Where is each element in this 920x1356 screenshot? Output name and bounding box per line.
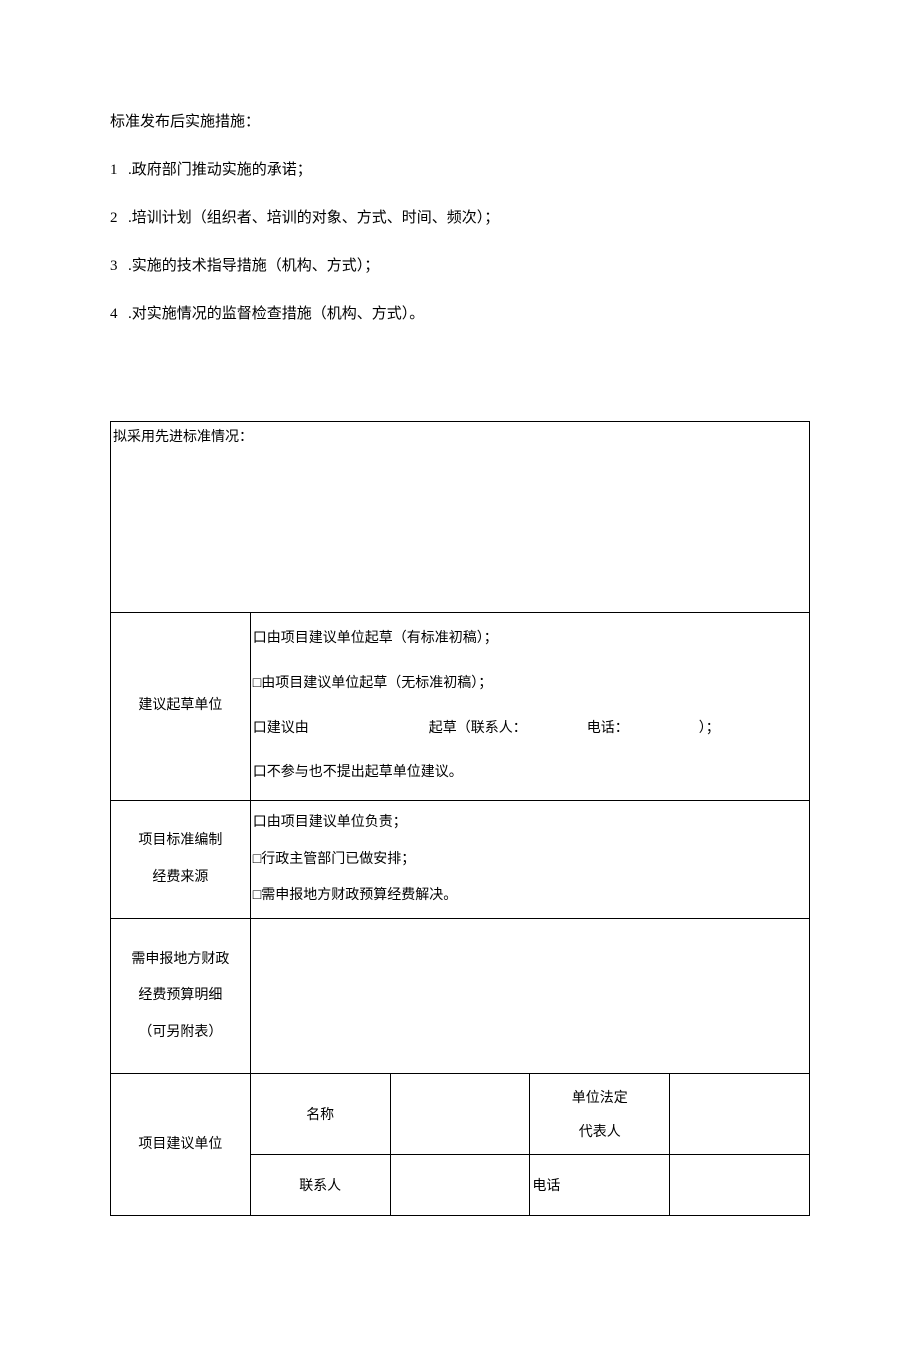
funding-opt-2-text: □行政主管部门已做安排； (253, 852, 415, 867)
budget-label: 需申报地方财政 经费预算明细 （可另附表） (111, 919, 251, 1074)
proposer-tel-value[interactable] (670, 1155, 810, 1216)
draft-opt-4[interactable]: 口不参与也不提出起草单位建议。 (253, 751, 807, 796)
proposer-legal-value[interactable] (670, 1074, 810, 1155)
draft-unit-options[interactable]: 口由项目建议单位起草（有标准初稿）； □由项目建议单位起草（无标准初稿）； 口建… (250, 613, 809, 801)
intro-title: 标准发布后实施措施： (110, 110, 810, 134)
proposer-contact-label: 联系人 (250, 1155, 390, 1216)
draft-opt-4-text: 口不参与也不提出起草单位建议。 (253, 765, 463, 780)
proposer-contact-value[interactable] (390, 1155, 530, 1216)
adopt-standards-label: 拟采用先进标准情况： (111, 422, 809, 450)
draft-opt-3-mid: 起草（联系人： (429, 721, 527, 736)
draft-opt-2-text: □由项目建议单位起草（无标准初稿）； (253, 676, 492, 691)
budget-l2: 经费预算明细 (111, 978, 250, 1014)
proposer-name-label: 名称 (250, 1074, 390, 1155)
form-table: 拟采用先进标准情况： 建议起草单位 口由项目建议单位起草（有标准初稿）； □由项… (110, 421, 810, 1216)
intro-item-3-text: .实施的技术指导措施（机构、方式）； (128, 258, 379, 274)
funding-opt-3[interactable]: □需申报地方财政预算经费解决。 (253, 878, 807, 914)
funding-opt-1-text: 口由项目建议单位负责； (253, 815, 407, 830)
draft-opt-3-end: ）； (699, 721, 720, 736)
adopt-standards-cell[interactable]: 拟采用先进标准情况： (111, 422, 810, 613)
intro-item-2-text: .培训计划（组织者、培训的对象、方式、时间、频次）； (128, 210, 499, 226)
legal-l1: 单位法定 (530, 1087, 669, 1107)
draft-opt-3[interactable]: 口建议由 起草（联系人： 电话： ）； (253, 707, 807, 752)
funding-label-l1: 项目标准编制 (111, 823, 250, 859)
intro-item-3: 3.实施的技术指导措施（机构、方式）； (110, 254, 810, 278)
funding-label-l2: 经费来源 (111, 860, 250, 896)
draft-opt-3-tel: 电话： (587, 721, 629, 736)
proposer-label: 项目建议单位 (111, 1074, 251, 1216)
proposer-tel-label: 电话 (530, 1155, 670, 1216)
intro-item-4: 4.对实施情况的监督检查措施（机构、方式）。 (110, 302, 810, 326)
funding-opt-1[interactable]: 口由项目建议单位负责； (253, 805, 807, 841)
draft-opt-2[interactable]: □由项目建议单位起草（无标准初稿）； (253, 662, 807, 707)
budget-l1: 需申报地方财政 (111, 942, 250, 978)
funding-opt-3-text: □需申报地方财政预算经费解决。 (253, 888, 457, 903)
budget-l3: （可另附表） (111, 1015, 250, 1051)
proposer-legal-label: 单位法定 代表人 (530, 1074, 670, 1155)
intro-item-1-text: .政府部门推动实施的承诺； (128, 162, 312, 178)
draft-unit-label: 建议起草单位 (111, 613, 251, 801)
funding-label: 项目标准编制 经费来源 (111, 801, 251, 919)
intro-item-4-text: .对实施情况的监督检查措施（机构、方式）。 (128, 306, 424, 322)
legal-l2: 代表人 (530, 1121, 669, 1141)
draft-opt-1-text: 口由项目建议单位起草（有标准初稿）； (253, 631, 498, 646)
intro-section: 标准发布后实施措施： 1.政府部门推动实施的承诺； 2.培训计划（组织者、培训的… (110, 110, 810, 326)
intro-item-2: 2.培训计划（组织者、培训的对象、方式、时间、频次）； (110, 206, 810, 230)
draft-opt-1[interactable]: 口由项目建议单位起草（有标准初稿）； (253, 617, 807, 662)
draft-opt-3-pre: 口建议由 (253, 721, 309, 736)
proposer-name-value[interactable] (390, 1074, 530, 1155)
funding-options[interactable]: 口由项目建议单位负责； □行政主管部门已做安排； □需申报地方财政预算经费解决。 (250, 801, 809, 919)
budget-detail-cell[interactable] (250, 919, 809, 1074)
intro-item-1: 1.政府部门推动实施的承诺； (110, 158, 810, 182)
funding-opt-2[interactable]: □行政主管部门已做安排； (253, 842, 807, 878)
